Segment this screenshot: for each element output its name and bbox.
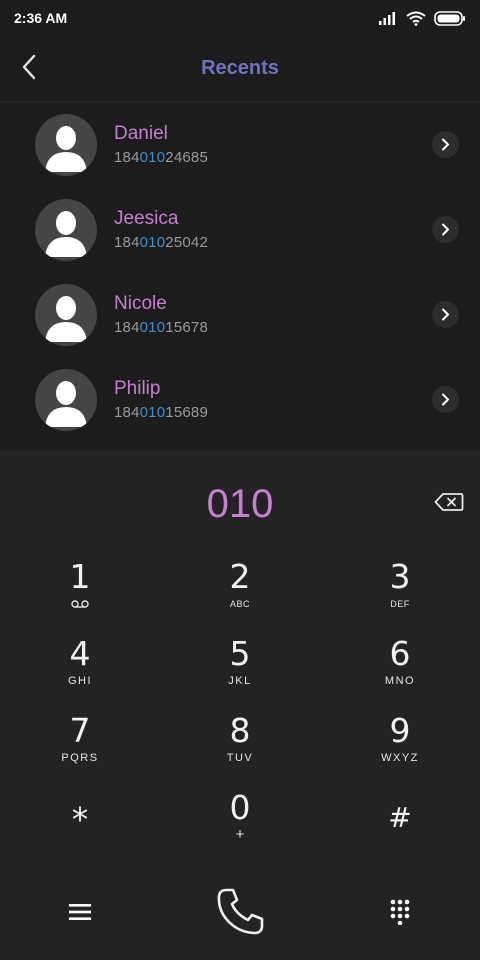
avatar: [35, 283, 97, 346]
key-letters: GHI: [67, 675, 93, 687]
chevron-right-icon: [442, 308, 449, 321]
recent-row[interactable]: Daniel 18401024685: [0, 102, 480, 187]
key-letters: +: [235, 826, 245, 843]
key-digit: *: [71, 800, 89, 839]
key-6[interactable]: 6 MNO: [320, 634, 480, 711]
call-button[interactable]: [208, 880, 272, 944]
key-digit: 7: [69, 711, 91, 750]
chevron-right-icon: [442, 393, 449, 406]
contact-number: 18401024685: [114, 148, 208, 166]
dial-input[interactable]: 010: [0, 474, 480, 538]
key-digit: 8: [229, 711, 251, 750]
key-letters: DEF: [390, 599, 410, 609]
key-hash[interactable]: #: [320, 788, 480, 865]
dialer-bottom-bar: [0, 868, 480, 960]
battery-icon: [434, 10, 465, 26]
recent-row[interactable]: Philip 18401015689: [0, 357, 480, 442]
menu-icon: [69, 904, 91, 920]
recent-row[interactable]: Nicole 18401015678: [0, 272, 480, 357]
contact-name: Jeesica: [114, 207, 179, 229]
status-bar: 2:36 AM: [0, 0, 480, 36]
contact-number: 18401025042: [114, 233, 208, 251]
person-icon: [45, 295, 87, 342]
status-icons: [378, 10, 466, 26]
contact-detail-button[interactable]: [432, 131, 459, 158]
chevron-right-icon: [442, 223, 449, 236]
menu-button[interactable]: [60, 892, 100, 932]
key-letters: MNO: [384, 675, 416, 687]
key-0[interactable]: 0 +: [160, 788, 320, 865]
key-digit: 2: [229, 557, 251, 596]
status-time: 2:36 AM: [14, 10, 68, 26]
key-1[interactable]: 1: [0, 557, 160, 634]
dialpad-icon: [390, 899, 410, 925]
avatar: [35, 113, 97, 176]
recents-list: Daniel 18401024685 Jeesica 18401025042 N…: [0, 102, 480, 450]
signal-icon: [379, 12, 395, 25]
person-icon: [45, 125, 87, 172]
contact-detail-button[interactable]: [432, 301, 459, 328]
chevron-right-icon: [442, 138, 449, 151]
contact-name: Philip: [114, 377, 161, 399]
contact-name: Daniel: [114, 122, 168, 144]
key-9[interactable]: 9 WXYZ: [320, 711, 480, 788]
key-7[interactable]: 7 PQRS: [0, 711, 160, 788]
key-digit: 9: [389, 711, 411, 750]
back-button[interactable]: [14, 52, 44, 82]
contact-number: 18401015678: [114, 318, 208, 336]
key-digit: 5: [229, 634, 251, 673]
avatar: [35, 368, 97, 431]
key-letters: TUV: [226, 752, 254, 764]
phone-icon: [217, 888, 264, 935]
key-4[interactable]: 4 GHI: [0, 634, 160, 711]
backspace-icon: [434, 493, 464, 511]
contact-name: Nicole: [114, 292, 167, 314]
key-digit: 1: [69, 557, 91, 596]
contact-info: Nicole 18401015678: [114, 292, 208, 338]
contact-info: Jeesica 18401025042: [114, 207, 208, 253]
keypad: 1 2 ABC 3 DEF 4 GHI 5 JKL 6 MNO 7 PQRS 8…: [0, 557, 480, 865]
key-digit: #: [388, 801, 412, 834]
person-icon: [45, 210, 87, 257]
key-digit: 6: [389, 634, 411, 673]
wifi-icon: [406, 11, 426, 26]
recent-row[interactable]: Jeesica 18401025042: [0, 187, 480, 272]
key-digit: 0: [229, 788, 251, 827]
chevron-left-icon: [22, 54, 36, 80]
key-digit: 3: [389, 557, 411, 596]
key-letters: PQRS: [61, 752, 99, 764]
contact-detail-button[interactable]: [432, 216, 459, 243]
voicemail-icon: [71, 600, 89, 608]
contact-detail-button[interactable]: [432, 386, 459, 413]
top-bar: Recents: [0, 36, 480, 102]
contact-number: 18401015689: [114, 403, 208, 421]
person-icon: [45, 380, 87, 427]
key-5[interactable]: 5 JKL: [160, 634, 320, 711]
contact-info: Philip 18401015689: [114, 377, 208, 423]
page-title: Recents: [201, 57, 279, 79]
backspace-button[interactable]: [432, 488, 466, 516]
dialer-panel: 010 1 2 ABC 3 DEF 4 GHI 5 JKL 6 MNO 7 PQ…: [0, 450, 480, 960]
key-3[interactable]: 3 DEF: [320, 557, 480, 634]
avatar: [35, 198, 97, 261]
dialpad-toggle-button[interactable]: [380, 892, 420, 932]
key-digit: 4: [69, 634, 91, 673]
key-star[interactable]: *: [0, 788, 160, 865]
key-letters: ABC: [229, 599, 250, 609]
key-letters: WXYZ: [381, 752, 419, 764]
key-2[interactable]: 2 ABC: [160, 557, 320, 634]
key-8[interactable]: 8 TUV: [160, 711, 320, 788]
key-letters: JKL: [228, 675, 252, 687]
contact-info: Daniel 18401024685: [114, 122, 208, 168]
